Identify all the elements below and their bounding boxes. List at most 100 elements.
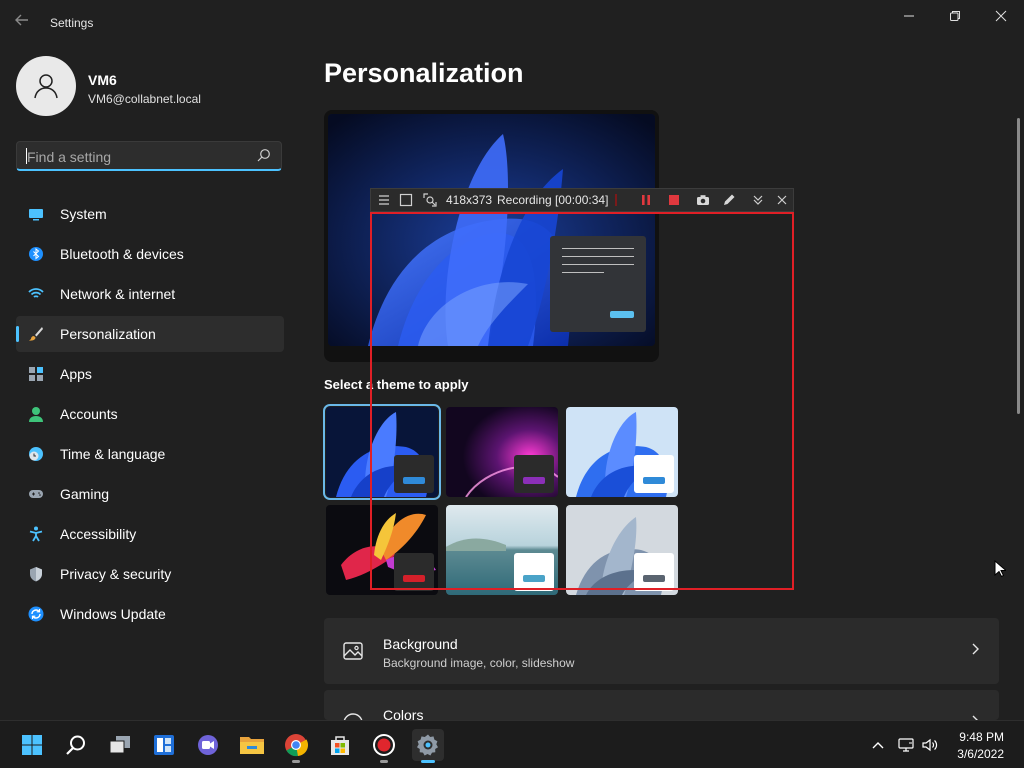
camera-icon[interactable] — [696, 193, 710, 207]
sidebar-item-gaming[interactable]: Gaming — [16, 476, 284, 512]
running-indicator — [380, 760, 388, 763]
file-explorer-button[interactable] — [236, 729, 268, 761]
start-icon — [22, 735, 42, 755]
chrome-icon — [285, 734, 308, 757]
sidebar-item-label: Personalization — [60, 326, 156, 342]
paintbrush-icon — [29, 327, 43, 341]
system-display-icon — [29, 209, 43, 221]
widgets-button[interactable] — [148, 729, 180, 761]
recording-status: Recording [00:00:34] — [497, 193, 609, 207]
title-bar: Settings — [0, 0, 1024, 48]
restore-button[interactable] — [932, 0, 978, 32]
card-title: Background — [383, 636, 458, 652]
sidebar-item-system[interactable]: System — [16, 196, 284, 232]
zoom-region-icon[interactable] — [423, 193, 437, 207]
task-view-icon — [109, 736, 130, 754]
text-caret — [26, 148, 27, 164]
search-icon[interactable] — [257, 148, 271, 162]
sidebar-item-label: Accounts — [60, 406, 118, 422]
chevron-up-icon[interactable] — [870, 737, 886, 753]
gamepad-icon — [29, 490, 43, 498]
sidebar-item-label: Time & language — [60, 446, 166, 462]
wifi-icon — [28, 288, 44, 298]
scrollbar[interactable] — [1017, 118, 1020, 414]
taskbar: 9:48 PM 3/6/2022 — [0, 720, 1024, 768]
close-icon — [995, 10, 1007, 22]
chevron-right-icon — [972, 643, 979, 655]
mouse-pointer-icon — [994, 560, 1006, 578]
search-input[interactable] — [25, 146, 249, 168]
stop-icon[interactable] — [667, 193, 681, 207]
user-name: VM6 — [88, 72, 117, 88]
colors-setting-card[interactable]: Colors — [324, 690, 999, 720]
screen-recorder-icon — [373, 734, 395, 756]
settings-icon — [417, 734, 438, 756]
background-setting-card[interactable]: Background Background image, color, slid… — [324, 618, 999, 684]
pause-icon[interactable] — [639, 193, 653, 207]
accounts-icon — [29, 407, 43, 422]
user-icon — [34, 74, 58, 99]
sidebar-item-windows-update[interactable]: Windows Update — [16, 596, 284, 632]
sidebar-item-bluetooth[interactable]: Bluetooth & devices — [16, 236, 284, 272]
accessibility-icon — [29, 526, 43, 542]
store-icon — [331, 736, 349, 755]
minimize-button[interactable] — [886, 0, 932, 32]
shield-icon — [30, 567, 42, 582]
task-view-button[interactable] — [104, 729, 136, 761]
menu-icon[interactable] — [377, 193, 391, 207]
globe-clock-icon — [29, 447, 43, 461]
sidebar-item-network[interactable]: Network & internet — [16, 276, 284, 312]
close-button[interactable] — [978, 0, 1024, 32]
start-button[interactable] — [16, 729, 48, 761]
image-icon — [343, 642, 363, 660]
sidebar-item-label: System — [60, 206, 107, 222]
recording-region-frame[interactable] — [370, 212, 794, 590]
search-icon — [66, 735, 85, 755]
recording-size: 418x373 — [446, 193, 493, 207]
taskbar-search-button[interactable] — [60, 729, 92, 761]
search-box[interactable] — [16, 141, 282, 171]
bluetooth-icon — [29, 247, 43, 261]
toolbar-divider — [615, 194, 617, 206]
sidebar-item-accounts[interactable]: Accounts — [16, 396, 284, 432]
selection-indicator — [16, 326, 19, 342]
running-indicator — [421, 760, 435, 763]
store-button[interactable] — [324, 729, 356, 761]
region-icon[interactable] — [399, 193, 413, 207]
teams-chat-button[interactable] — [192, 729, 224, 761]
back-arrow-icon[interactable] — [14, 12, 34, 32]
clock-time[interactable]: 9:48 PM — [959, 730, 1004, 744]
teams-chat-icon — [198, 735, 218, 755]
avatar[interactable] — [16, 56, 76, 116]
app-title: Settings — [50, 16, 94, 30]
sidebar-item-label: Windows Update — [60, 606, 166, 622]
file-explorer-icon — [240, 737, 264, 754]
sidebar-item-personalization[interactable]: Personalization — [16, 316, 284, 352]
sidebar-item-label: Network & internet — [60, 286, 176, 302]
apps-icon — [29, 367, 43, 381]
sidebar-item-accessibility[interactable]: Accessibility — [16, 516, 284, 552]
sidebar-item-apps[interactable]: Apps — [16, 356, 284, 392]
chrome-button[interactable] — [280, 729, 312, 763]
sidebar-item-label: Accessibility — [60, 526, 137, 542]
restore-icon — [950, 11, 960, 21]
widgets-icon — [154, 735, 174, 755]
screen-recorder-button[interactable] — [368, 729, 400, 763]
minimize-icon — [904, 15, 914, 17]
settings-button[interactable] — [412, 729, 444, 763]
collapse-icon[interactable] — [751, 193, 765, 207]
network-icon[interactable] — [898, 737, 914, 753]
sidebar-item-time-language[interactable]: Time & language — [16, 436, 284, 472]
close-icon[interactable] — [775, 193, 789, 207]
user-email: VM6@collabnet.local — [88, 92, 201, 106]
sidebar-item-privacy-security[interactable]: Privacy & security — [16, 556, 284, 592]
sidebar-item-label: Apps — [60, 366, 92, 382]
recorder-toolbar: 418x373 Recording [00:00:34] — [370, 188, 794, 212]
volume-icon[interactable] — [922, 737, 938, 753]
clock-date[interactable]: 3/6/2022 — [957, 747, 1004, 761]
palette-icon — [343, 713, 363, 720]
sidebar-item-label: Privacy & security — [60, 566, 172, 582]
pen-icon[interactable] — [722, 193, 736, 207]
windows-update-icon — [28, 606, 44, 622]
page-title: Personalization — [324, 58, 524, 88]
